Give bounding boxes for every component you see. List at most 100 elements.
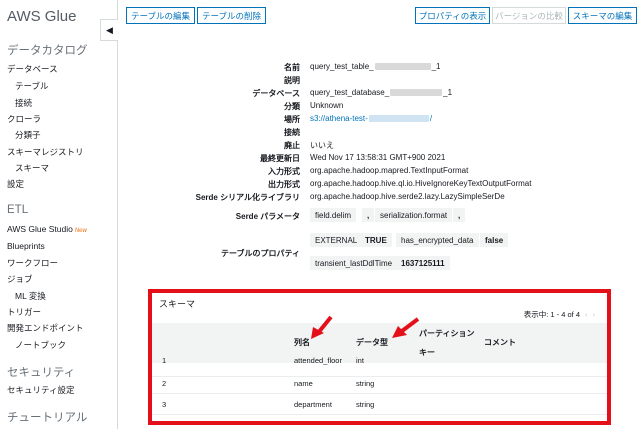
serde-params-label: Serde パラメータ (235, 212, 300, 221)
sidebar-item-settings[interactable]: 設定 (7, 178, 24, 190)
column-name: attended_floor (294, 356, 342, 365)
schema-panel: スキーマ 表示中: 1 - 4 of 4 ‹ › 列名 データ型 パーティション キ… (148, 289, 611, 425)
name-value: query_test_table_ _1 (310, 62, 441, 71)
database-prefix: query_test_database_ (310, 88, 390, 97)
classification-label: 分類 (284, 102, 300, 111)
column-type: int (356, 356, 364, 365)
description-label: 説明 (284, 76, 300, 85)
schema-title: スキーマ (159, 299, 196, 309)
sidebar-item-triggers[interactable]: トリガー (7, 306, 41, 318)
sidebar-item-classifiers[interactable]: 分類子 (15, 129, 41, 141)
last-updated-label: 最終更新日 (260, 154, 300, 163)
deprecated-value: いいえ (310, 141, 334, 150)
column-header-partition[interactable]: パーティション (419, 328, 475, 339)
sidebar-item-blueprints[interactable]: Blueprints (7, 241, 45, 251)
redacted-block (374, 63, 431, 71)
column-type: string (356, 400, 375, 409)
annotation-arrow-icon (392, 317, 420, 338)
column-name: name (294, 379, 313, 388)
section-tutorials: チュートリアル (7, 412, 88, 424)
serde-lib-value: org.apache.hadoop.hive.serde2.lazy.LazyS… (310, 192, 505, 201)
table-prop-value: 1637125111 (396, 256, 450, 270)
serde-param-key: serialization.format (375, 208, 453, 222)
column-name: employee_nu (294, 421, 339, 425)
table-prop-value: TRUE (360, 233, 392, 247)
table-prop-key: EXTERNAL (310, 233, 363, 247)
location-suffix: / (429, 114, 433, 123)
annotation-arrow-icon (311, 315, 333, 339)
serde-lib-label: Serde シリアル化ライブラリ (195, 193, 300, 202)
sidebar-item-security-config[interactable]: セキュリティ設定 (7, 384, 75, 396)
sidebar-item-workflows[interactable]: ワークフロー (7, 257, 58, 269)
sidebar-item-dev-endpoints[interactable]: 開発エンドポイント (7, 322, 84, 334)
sidebar-title[interactable]: AWS Glue (7, 8, 76, 25)
serde-param-value: , (362, 208, 375, 222)
sidebar-item-glue-studio[interactable]: AWS Glue Studio New (7, 224, 87, 234)
sidebar-item-schema-registries[interactable]: スキーマレジストリ (7, 146, 84, 158)
collapse-sidebar-button[interactable]: ◀ (100, 19, 118, 41)
row-number: 1 (162, 356, 167, 365)
input-format-value: org.apache.hadoop.mapred.TextInputFormat (310, 166, 469, 175)
sidebar-item-notebooks[interactable]: ノートブック (15, 339, 66, 351)
name-label: 名前 (284, 63, 300, 72)
column-header-comment[interactable]: コメント (484, 337, 516, 348)
column-header-name[interactable]: 列名 (294, 337, 310, 348)
output-format-label: 出力形式 (268, 180, 300, 189)
glue-studio-label: AWS Glue Studio (7, 224, 73, 234)
column-name: department (294, 400, 332, 409)
last-updated-value: Wed Nov 17 13:58:31 GMT+900 2021 (310, 153, 446, 162)
row-number: 4 (162, 421, 166, 425)
sidebar-item-jobs[interactable]: ジョブ (7, 273, 33, 285)
location-link[interactable]: s3://athena-test- / (310, 114, 432, 123)
section-etl: ETL (7, 204, 29, 216)
table-row: 3 department string (152, 394, 607, 415)
column-type: string (356, 379, 375, 388)
sidebar-item-connections[interactable]: 接続 (15, 97, 32, 109)
table-prop-key: transient_lastDdlTime (310, 256, 398, 270)
delete-table-button[interactable]: テーブルの削除 (197, 7, 266, 24)
table-props-label: テーブルのプロパティ (220, 249, 300, 258)
next-page-icon[interactable]: › (593, 310, 596, 319)
sidebar: AWS Glue データカタログ データベース テーブル 接続 クローラ 分類子… (0, 0, 118, 429)
row-number: 3 (162, 400, 167, 409)
table-row: 2 name string (152, 373, 607, 394)
serde-param-value: , (453, 208, 466, 222)
sidebar-item-schemas[interactable]: スキーマ (15, 162, 49, 174)
output-format-value: org.apache.hadoop.hive.ql.io.HiveIgnoreK… (310, 179, 532, 188)
column-header-type[interactable]: データ型 (356, 337, 388, 348)
show-properties-button[interactable]: プロパティの表示 (415, 7, 490, 24)
redacted-block (368, 115, 429, 123)
section-security: セキュリティ (7, 367, 76, 379)
edit-schema-button[interactable]: スキーマの編集 (568, 7, 637, 24)
pagination: 表示中: 1 - 4 of 4 ‹ › (524, 309, 595, 320)
caret-left-icon: ◀ (106, 24, 113, 35)
column-type: int (356, 421, 364, 425)
name-prefix: query_test_table_ (310, 62, 374, 71)
prev-page-icon[interactable]: ‹ (585, 310, 588, 319)
serde-param-key: field.delim (310, 208, 357, 222)
table-prop-key: has_encrypted_data (396, 233, 479, 247)
classification-value: Unknown (310, 101, 344, 110)
sidebar-item-tables[interactable]: テーブル (15, 80, 49, 92)
sidebar-item-ml-transforms[interactable]: ML 変換 (15, 290, 46, 302)
paging-text: 表示中: 1 - 4 of 4 (523, 310, 580, 319)
redacted-block (390, 89, 443, 97)
location-prefix: s3://athena-test- (310, 114, 368, 123)
section-data-catalog: データカタログ (7, 45, 88, 57)
database-label: データベース (252, 89, 300, 98)
database-suffix: _1 (443, 88, 453, 97)
sidebar-item-databases[interactable]: データベース (7, 63, 58, 75)
input-format-label: 入力形式 (268, 167, 300, 176)
name-suffix: _1 (431, 62, 441, 71)
compare-versions-button[interactable]: バージョンの比較 (492, 7, 566, 24)
table-row: 4 employee_nu int (152, 415, 607, 425)
new-badge: New (74, 228, 87, 234)
edit-table-button[interactable]: テーブルの編集 (126, 7, 195, 24)
sidebar-item-crawlers[interactable]: クローラ (7, 113, 41, 125)
location-label: 場所 (284, 115, 300, 124)
database-value: query_test_database_ _1 (310, 88, 452, 97)
deprecated-label: 廃止 (284, 141, 300, 150)
connection-label: 接続 (284, 128, 300, 137)
row-number: 2 (162, 379, 167, 388)
table-prop-value: false (480, 233, 509, 247)
